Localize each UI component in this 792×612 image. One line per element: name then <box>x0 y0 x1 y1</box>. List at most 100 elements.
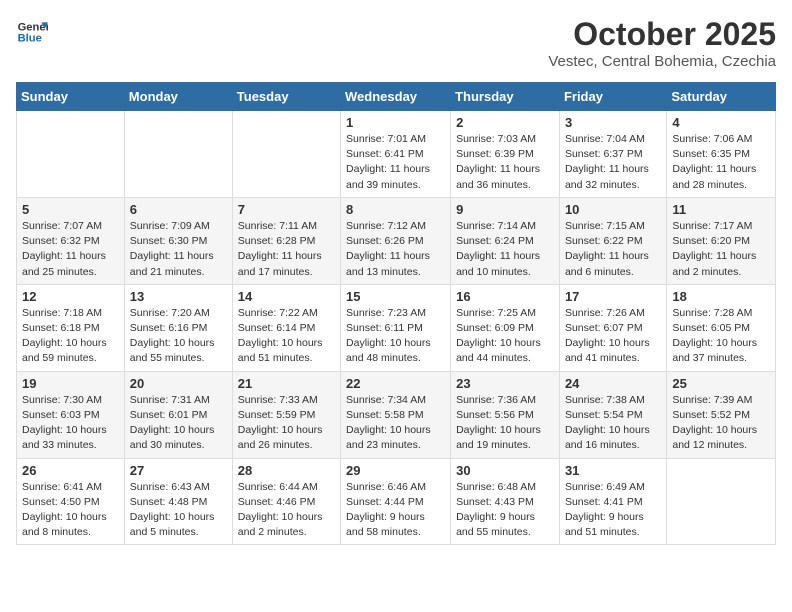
day-info: Sunrise: 6:41 AM Sunset: 4:50 PM Dayligh… <box>22 480 119 541</box>
day-number: 12 <box>22 289 119 304</box>
day-number: 10 <box>565 202 661 217</box>
calendar-cell <box>124 111 232 198</box>
day-info: Sunrise: 7:12 AM Sunset: 6:26 PM Dayligh… <box>346 219 445 280</box>
day-info: Sunrise: 7:30 AM Sunset: 6:03 PM Dayligh… <box>22 393 119 454</box>
day-info: Sunrise: 7:23 AM Sunset: 6:11 PM Dayligh… <box>346 306 445 367</box>
day-info: Sunrise: 7:26 AM Sunset: 6:07 PM Dayligh… <box>565 306 661 367</box>
day-info: Sunrise: 7:31 AM Sunset: 6:01 PM Dayligh… <box>130 393 227 454</box>
calendar-cell: 7 Sunrise: 7:11 AM Sunset: 6:28 PM Daylig… <box>232 197 340 284</box>
day-number: 3 <box>565 115 661 130</box>
calendar-cell: 16Sunrise: 7:25 AM Sunset: 6:09 PM Dayli… <box>451 284 560 371</box>
calendar-cell: 6 Sunrise: 7:09 AM Sunset: 6:30 PM Daylig… <box>124 197 232 284</box>
calendar-cell: 5Sunrise: 7:07 AM Sunset: 6:32 PM Daylig… <box>17 197 125 284</box>
day-number: 30 <box>456 463 554 478</box>
calendar-cell <box>232 111 340 198</box>
calendar-cell: 4 Sunrise: 7:06 AM Sunset: 6:35 PM Daylig… <box>667 111 776 198</box>
day-number: 18 <box>672 289 770 304</box>
calendar-cell: 17 Sunrise: 7:26 AM Sunset: 6:07 PM Dayli… <box>559 284 666 371</box>
calendar-table: SundayMondayTuesdayWednesdayThursdayFrid… <box>16 82 776 545</box>
calendar-cell: 1Sunrise: 7:01 AM Sunset: 6:41 PM Daylig… <box>341 111 451 198</box>
calendar-cell: 13Sunrise: 7:20 AM Sunset: 6:16 PM Dayli… <box>124 284 232 371</box>
weekday-header-tuesday: Tuesday <box>232 83 340 111</box>
week-row-4: 19 Sunrise: 7:30 AM Sunset: 6:03 PM Dayli… <box>17 371 776 458</box>
day-info: Sunrise: 7:20 AM Sunset: 6:16 PM Dayligh… <box>130 306 227 367</box>
calendar-cell: 9Sunrise: 7:14 AM Sunset: 6:24 PM Daylig… <box>451 197 560 284</box>
title-block: October 2025 Vestec, Central Bohemia, Cz… <box>548 16 776 70</box>
calendar-cell: 3 Sunrise: 7:04 AM Sunset: 6:37 PM Daylig… <box>559 111 666 198</box>
calendar-cell: 11 Sunrise: 7:17 AM Sunset: 6:20 PM Dayli… <box>667 197 776 284</box>
weekday-header-thursday: Thursday <box>451 83 560 111</box>
day-info: Sunrise: 6:44 AM Sunset: 4:46 PM Dayligh… <box>238 480 335 541</box>
location: Vestec, Central Bohemia, Czechia <box>548 53 776 70</box>
day-info: Sunrise: 7:36 AM Sunset: 5:56 PM Dayligh… <box>456 393 554 454</box>
day-info: Sunrise: 7:33 AM Sunset: 5:59 PM Dayligh… <box>238 393 335 454</box>
day-number: 9 <box>456 202 554 217</box>
calendar-cell: 12 Sunrise: 7:18 AM Sunset: 6:18 PM Dayli… <box>17 284 125 371</box>
day-info: Sunrise: 7:04 AM Sunset: 6:37 PM Dayligh… <box>565 132 661 193</box>
day-number: 26 <box>22 463 119 478</box>
calendar-cell: 27Sunrise: 6:43 AM Sunset: 4:48 PM Dayli… <box>124 458 232 545</box>
week-row-3: 12 Sunrise: 7:18 AM Sunset: 6:18 PM Dayli… <box>17 284 776 371</box>
calendar-cell: 26 Sunrise: 6:41 AM Sunset: 4:50 PM Dayli… <box>17 458 125 545</box>
day-number: 31 <box>565 463 661 478</box>
calendar-cell: 8 Sunrise: 7:12 AM Sunset: 6:26 PM Daylig… <box>341 197 451 284</box>
day-info: Sunrise: 7:38 AM Sunset: 5:54 PM Dayligh… <box>565 393 661 454</box>
day-info: Sunrise: 6:48 AM Sunset: 4:43 PM Dayligh… <box>456 480 554 541</box>
day-number: 6 <box>130 202 227 217</box>
day-info: Sunrise: 7:34 AM Sunset: 5:58 PM Dayligh… <box>346 393 445 454</box>
week-row-1: 1Sunrise: 7:01 AM Sunset: 6:41 PM Daylig… <box>17 111 776 198</box>
day-info: Sunrise: 7:11 AM Sunset: 6:28 PM Dayligh… <box>238 219 335 280</box>
day-number: 20 <box>130 376 227 391</box>
day-number: 23 <box>456 376 554 391</box>
day-number: 19 <box>22 376 119 391</box>
day-info: Sunrise: 6:43 AM Sunset: 4:48 PM Dayligh… <box>130 480 227 541</box>
day-number: 15 <box>346 289 445 304</box>
weekday-header-monday: Monday <box>124 83 232 111</box>
calendar-cell: 14 Sunrise: 7:22 AM Sunset: 6:14 PM Dayli… <box>232 284 340 371</box>
day-number: 16 <box>456 289 554 304</box>
weekday-header-friday: Friday <box>559 83 666 111</box>
calendar-cell: 28Sunrise: 6:44 AM Sunset: 4:46 PM Dayli… <box>232 458 340 545</box>
day-info: Sunrise: 7:28 AM Sunset: 6:05 PM Dayligh… <box>672 306 770 367</box>
day-number: 4 <box>672 115 770 130</box>
day-info: Sunrise: 7:18 AM Sunset: 6:18 PM Dayligh… <box>22 306 119 367</box>
weekday-header-saturday: Saturday <box>667 83 776 111</box>
day-number: 21 <box>238 376 335 391</box>
month-title: October 2025 <box>548 16 776 53</box>
day-info: Sunrise: 7:06 AM Sunset: 6:35 PM Dayligh… <box>672 132 770 193</box>
calendar-cell <box>17 111 125 198</box>
day-info: Sunrise: 7:22 AM Sunset: 6:14 PM Dayligh… <box>238 306 335 367</box>
day-info: Sunrise: 7:09 AM Sunset: 6:30 PM Dayligh… <box>130 219 227 280</box>
day-number: 25 <box>672 376 770 391</box>
logo: General Blue <box>16 16 48 48</box>
day-number: 1 <box>346 115 445 130</box>
day-info: Sunrise: 7:15 AM Sunset: 6:22 PM Dayligh… <box>565 219 661 280</box>
calendar-cell: 10 Sunrise: 7:15 AM Sunset: 6:22 PM Dayli… <box>559 197 666 284</box>
calendar-cell: 31 Sunrise: 6:49 AM Sunset: 4:41 PM Dayli… <box>559 458 666 545</box>
calendar-cell <box>667 458 776 545</box>
calendar-cell: 18 Sunrise: 7:28 AM Sunset: 6:05 PM Dayli… <box>667 284 776 371</box>
day-info: Sunrise: 6:49 AM Sunset: 4:41 PM Dayligh… <box>565 480 661 541</box>
week-row-2: 5Sunrise: 7:07 AM Sunset: 6:32 PM Daylig… <box>17 197 776 284</box>
day-number: 11 <box>672 202 770 217</box>
calendar-cell: 19 Sunrise: 7:30 AM Sunset: 6:03 PM Dayli… <box>17 371 125 458</box>
weekday-header-wednesday: Wednesday <box>341 83 451 111</box>
week-row-5: 26 Sunrise: 6:41 AM Sunset: 4:50 PM Dayli… <box>17 458 776 545</box>
calendar-cell: 21 Sunrise: 7:33 AM Sunset: 5:59 PM Dayli… <box>232 371 340 458</box>
day-number: 24 <box>565 376 661 391</box>
day-info: Sunrise: 7:39 AM Sunset: 5:52 PM Dayligh… <box>672 393 770 454</box>
day-number: 7 <box>238 202 335 217</box>
day-number: 17 <box>565 289 661 304</box>
calendar-cell: 15 Sunrise: 7:23 AM Sunset: 6:11 PM Dayli… <box>341 284 451 371</box>
weekday-header-row: SundayMondayTuesdayWednesdayThursdayFrid… <box>17 83 776 111</box>
calendar-cell: 23 Sunrise: 7:36 AM Sunset: 5:56 PM Dayli… <box>451 371 560 458</box>
calendar-cell: 22 Sunrise: 7:34 AM Sunset: 5:58 PM Dayli… <box>341 371 451 458</box>
calendar-cell: 25 Sunrise: 7:39 AM Sunset: 5:52 PM Dayli… <box>667 371 776 458</box>
svg-text:Blue: Blue <box>18 33 42 45</box>
day-number: 22 <box>346 376 445 391</box>
day-info: Sunrise: 7:07 AM Sunset: 6:32 PM Dayligh… <box>22 219 119 280</box>
day-info: Sunrise: 7:17 AM Sunset: 6:20 PM Dayligh… <box>672 219 770 280</box>
day-number: 8 <box>346 202 445 217</box>
day-number: 14 <box>238 289 335 304</box>
page-header: General Blue October 2025 Vestec, Centra… <box>16 16 776 70</box>
